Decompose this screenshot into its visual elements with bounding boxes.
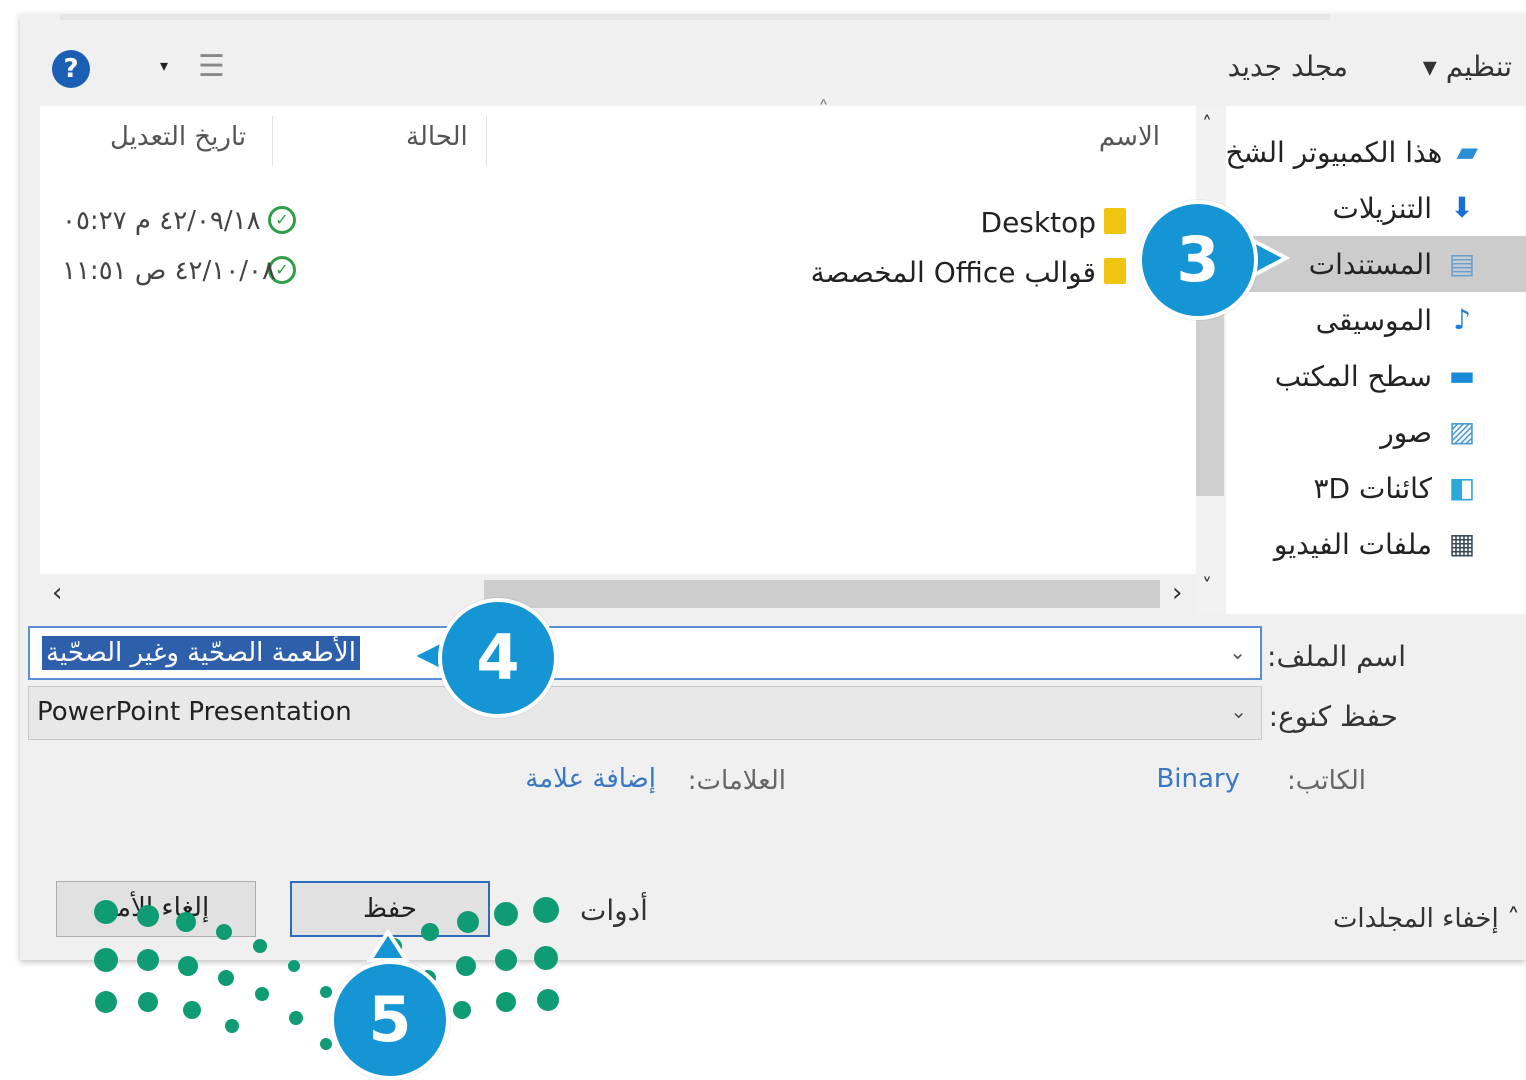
cube-icon: ◧: [1448, 471, 1476, 504]
file-row[interactable]: Desktop ✓ ٤٢/٠٩/١٨ م ٠٥:٢٧: [40, 200, 1180, 248]
nav-item-label: ملفات الفيديو: [1273, 527, 1432, 561]
chevron-down-icon[interactable]: ⌄: [1229, 640, 1246, 664]
file-date: ٤٢/١٠/٠٨ ص ١١:٥١: [62, 256, 276, 286]
scroll-up-icon[interactable]: ˄: [1202, 112, 1212, 136]
column-header-name[interactable]: الاسم: [1099, 122, 1160, 152]
scroll-thumb[interactable]: [1196, 306, 1224, 496]
nav-item-desktop[interactable]: ▬ سطح المكتب: [1226, 348, 1526, 404]
column-header-modified[interactable]: تاريخ التعديل: [110, 122, 246, 152]
nav-item-label: صور: [1380, 415, 1432, 449]
navigation-pane: ˄ ˅ ▰ هذا الكمبيوتر الشخ ⬇ التنزيلات ▤ ا…: [1196, 106, 1526, 614]
author-label: الكاتب:: [1287, 766, 1366, 796]
step-3-callout: 3: [1138, 200, 1258, 320]
download-icon: ⬇: [1450, 191, 1474, 224]
tools-menu[interactable]: أدوات: [580, 894, 648, 927]
column-divider: [272, 116, 273, 166]
nav-item-label: التنزيلات: [1332, 191, 1432, 225]
tags-label: العلامات:: [687, 766, 786, 796]
organize-button[interactable]: تنظيم ▾: [1423, 50, 1512, 83]
column-header-status[interactable]: الحالة: [406, 122, 468, 152]
file-name: Desktop: [980, 206, 1096, 239]
nav-scrollbar[interactable]: ˄ ˅: [1196, 106, 1226, 614]
nav-item-label: هذا الكمبيوتر الشخ: [1225, 135, 1443, 169]
file-date: ٤٢/٠٩/١٨ م ٠٥:٢٧: [62, 206, 261, 236]
desktop-icon: ▬: [1448, 359, 1476, 392]
pc-icon: ▰: [1456, 135, 1478, 168]
help-icon[interactable]: ?: [52, 50, 90, 88]
view-list-icon[interactable]: ☰: [198, 52, 225, 82]
video-icon: ▦: [1448, 527, 1476, 560]
title-bar-strip: [60, 14, 1330, 20]
sync-status-icon: ✓: [268, 206, 296, 234]
nav-item-label: سطح المكتب: [1274, 359, 1432, 393]
folder-icon: [1104, 208, 1126, 234]
nav-item-pictures[interactable]: ▨ صور: [1226, 404, 1526, 460]
document-icon: ▤: [1448, 247, 1476, 280]
nav-item-videos[interactable]: ▦ ملفات الفيديو: [1226, 516, 1526, 572]
file-list-pane: ˄ الاسم الحالة تاريخ التعديل Desktop ✓ ٤…: [40, 98, 1196, 614]
filename-input[interactable]: الأطعمة الصحّية وغير الصحّية ⌄: [28, 626, 1262, 680]
chevron-up-icon: ˄: [1498, 904, 1520, 934]
new-folder-button[interactable]: مجلد جديد: [1228, 50, 1348, 83]
hide-folders-toggle[interactable]: ˄ إخفاء المجلدات: [1333, 904, 1520, 934]
nav-item-this-pc[interactable]: ▰ هذا الكمبيوتر الشخ: [1225, 124, 1526, 180]
nav-item-label: المستندات: [1308, 247, 1432, 281]
pictures-icon: ▨: [1448, 415, 1476, 448]
file-name: قوالب Office المخصصة: [810, 256, 1096, 289]
toolbar: ? ▾ ☰ مجلد جديد تنظيم ▾: [20, 36, 1526, 106]
folder-icon: [1104, 258, 1126, 284]
nav-item-3d-objects[interactable]: ◧ كائنات ٣D: [1226, 460, 1526, 516]
column-divider: [486, 116, 487, 166]
hide-folders-label: إخفاء المجلدات: [1332, 904, 1499, 934]
dotted-logo: [94, 897, 559, 1050]
author-value[interactable]: Binary: [1156, 764, 1240, 794]
savetype-select[interactable]: PowerPoint Presentation ⌄: [28, 686, 1262, 740]
scroll-thumb[interactable]: [484, 580, 1160, 608]
filename-selected-text[interactable]: الأطعمة الصحّية وغير الصحّية: [42, 636, 360, 670]
scroll-right-icon[interactable]: ›: [1172, 578, 1182, 608]
view-options-caret[interactable]: ▾: [160, 56, 168, 75]
scroll-left-icon[interactable]: ‹: [52, 578, 62, 608]
save-as-dialog: ? ▾ ☰ مجلد جديد تنظيم ▾ ˄ الاسم الحالة ت…: [20, 14, 1526, 960]
scroll-down-icon[interactable]: ˅: [1202, 574, 1212, 598]
sort-caret-icon: ˄: [818, 98, 829, 123]
step-4-callout: 4: [438, 598, 558, 718]
chevron-down-icon[interactable]: ⌄: [1230, 699, 1247, 723]
savetype-value: PowerPoint Presentation: [37, 697, 352, 727]
nav-item-label: الموسيقى: [1315, 303, 1432, 337]
add-tag-link[interactable]: إضافة علامة: [525, 764, 656, 794]
horizontal-scrollbar[interactable]: ‹ ›: [40, 574, 1196, 614]
step-5-callout: 5: [330, 960, 450, 1080]
filename-label: اسم الملف:: [1267, 640, 1406, 673]
nav-item-label: كائنات ٣D: [1313, 471, 1432, 505]
file-row[interactable]: قوالب Office المخصصة ✓ ٤٢/١٠/٠٨ ص ١١:٥١: [40, 250, 1180, 298]
savetype-label: حفظ كنوع:: [1268, 700, 1398, 733]
music-icon: ♪: [1453, 303, 1471, 336]
